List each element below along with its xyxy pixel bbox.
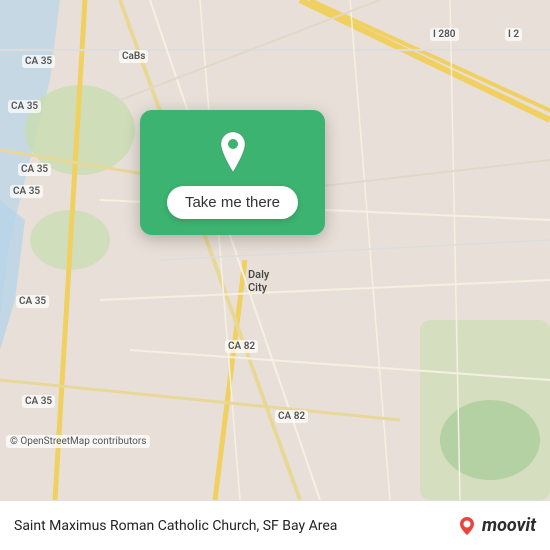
road-label-ca35-1: CA 35: [22, 55, 55, 68]
road-label-ca35-3: CA 35: [10, 185, 43, 198]
moovit-brand-text: moovit: [482, 515, 536, 536]
moovit-pin-icon: [456, 515, 478, 537]
road-label-cabs2: CaBs: [119, 50, 148, 63]
city-label: DalyCity: [248, 268, 269, 294]
bottom-bar: Saint Maximus Roman Catholic Church, SF …: [0, 500, 550, 550]
road-label-ca82-1: CA 82: [225, 340, 258, 353]
road-label-ca82-2: CA 82: [275, 410, 308, 423]
road-label-ca35-5: CA 35: [22, 395, 55, 408]
road-label-ca35-4: CA 35: [16, 295, 49, 308]
map-container: CA 35 CA 35 CA 35 CA 35 CA 35 CA 35 CaBs…: [0, 0, 550, 500]
map-attribution: © OpenStreetMap contributors: [6, 435, 150, 448]
map-svg: [0, 0, 550, 500]
take-me-there-button[interactable]: Take me there: [167, 186, 298, 219]
road-label-ca35-2: CA 35: [8, 100, 41, 113]
pin-icon: [209, 128, 257, 176]
action-card: Take me there: [140, 110, 325, 235]
road-label-i2: I 2: [505, 28, 522, 41]
road-label-cabs: CA 35: [18, 163, 51, 176]
moovit-logo: moovit: [456, 515, 536, 537]
location-name: Saint Maximus Roman Catholic Church, SF …: [14, 518, 446, 534]
road-label-i280: I 280: [430, 28, 459, 41]
